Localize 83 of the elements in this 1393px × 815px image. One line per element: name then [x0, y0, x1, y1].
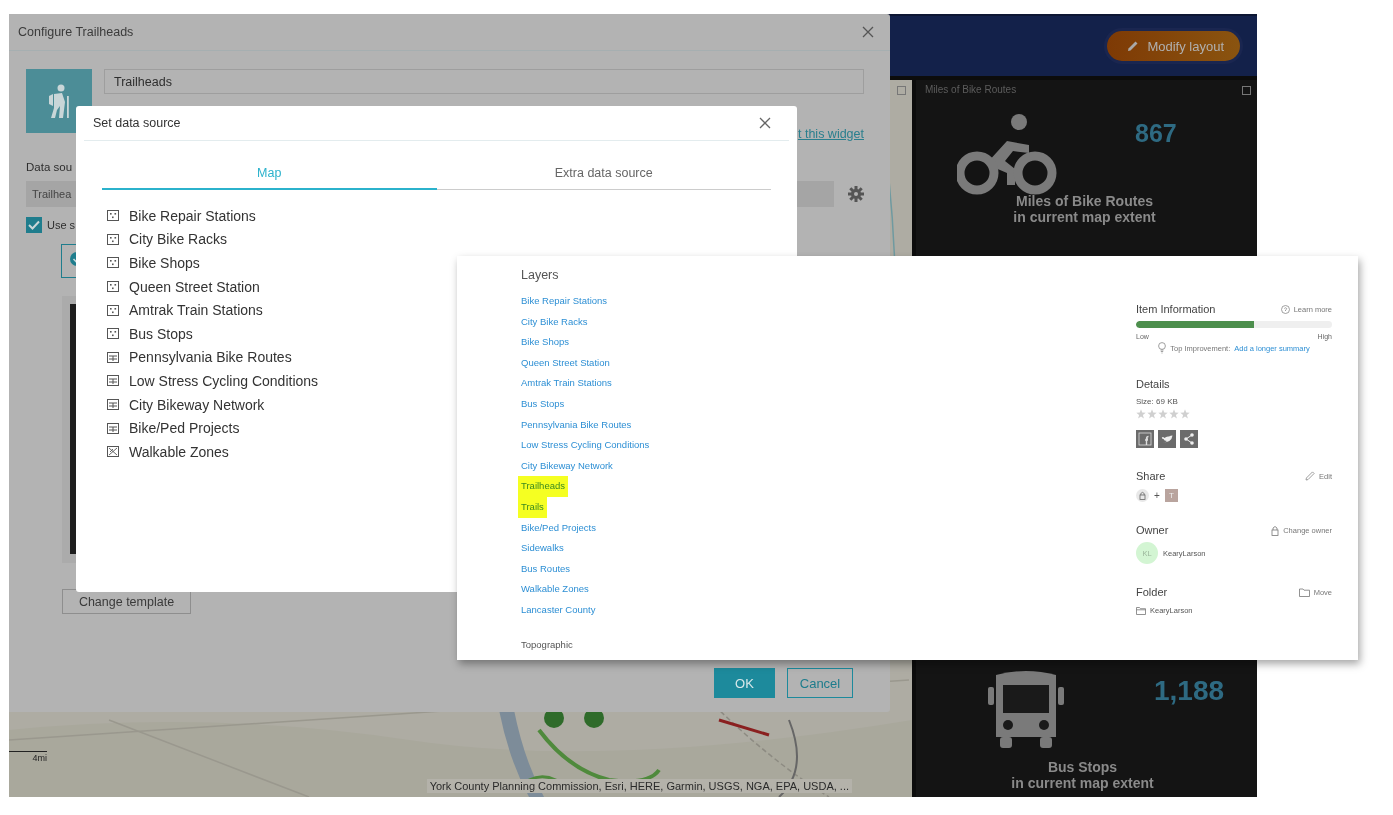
lightbulb-icon — [1158, 342, 1167, 354]
maximize-icon — [1242, 86, 1251, 95]
line-layer-icon — [107, 375, 119, 387]
item-size: Size: 69 KB — [1136, 397, 1179, 406]
close-button[interactable] — [759, 117, 771, 129]
facebook-icon[interactable] — [1136, 430, 1154, 448]
layer-item[interactable]: Bike Repair Stations — [107, 204, 797, 228]
section-heading: Owner — [1136, 524, 1169, 536]
pencil-icon — [1127, 40, 1140, 52]
section-heading: Folder — [1136, 586, 1168, 598]
bird-icon[interactable] — [1158, 430, 1176, 448]
lock-icon — [1136, 489, 1149, 502]
layer-link[interactable]: Sidewalks — [518, 538, 567, 559]
layer-link[interactable]: Trailheads — [518, 476, 568, 497]
team-avatar: T — [1164, 489, 1178, 502]
point-layer-icon — [107, 233, 119, 245]
modify-layout-button[interactable]: Modify layout — [1107, 31, 1240, 61]
layer-link[interactable]: Bike Repair Stations — [518, 291, 611, 312]
line-layer-icon — [107, 399, 119, 411]
close-button[interactable] — [862, 26, 874, 38]
cyclist-icon — [957, 113, 1057, 195]
lock-icon — [1271, 524, 1280, 536]
settings-button[interactable] — [848, 186, 864, 202]
layer-link[interactable]: City Bikeway Network — [518, 455, 616, 477]
point-layer-icon — [107, 281, 119, 293]
tab[interactable]: Map — [102, 158, 437, 190]
layer-link[interactable]: Queen Street Station — [518, 352, 613, 374]
bus-icon — [988, 671, 1064, 749]
layer-link[interactable]: Trails — [518, 496, 547, 518]
plus-sign: + — [1154, 490, 1160, 501]
cancel-button[interactable]: Cancel — [787, 668, 853, 698]
section-heading: Layers — [521, 268, 559, 282]
folder-icon — [1136, 606, 1146, 615]
layer-link[interactable]: Bike Shops — [518, 332, 573, 353]
hiker-icon — [46, 84, 72, 118]
indicator-caption: Bus Stops in current map extent — [1010, 759, 1155, 791]
layer-link[interactable]: Low Stress Cycling Conditions — [518, 435, 653, 456]
share-icon[interactable] — [1180, 430, 1198, 448]
layer-link[interactable]: Bike/Ped Projects — [518, 517, 599, 539]
star-icon[interactable] — [1136, 409, 1146, 419]
pencil-icon — [1305, 471, 1316, 481]
ok-button[interactable]: OK — [714, 668, 775, 698]
line-layer-icon — [107, 351, 119, 363]
star-icon[interactable] — [1169, 409, 1179, 419]
dialog-title: Set data source — [93, 116, 181, 130]
maximize-icon — [897, 86, 906, 95]
layer-link[interactable]: Bus Stops — [518, 393, 568, 415]
star-icon[interactable] — [1180, 409, 1190, 419]
folder-icon — [1298, 587, 1310, 597]
data-source-label: Data sou — [26, 161, 73, 173]
point-layer-icon — [107, 304, 119, 316]
section-heading: Details — [1136, 378, 1170, 390]
star-icon[interactable] — [1158, 409, 1168, 419]
layer-link[interactable]: Pennsylvania Bike Routes — [518, 414, 635, 436]
scale-bar: 4mi — [9, 751, 47, 763]
map-attribution: York County Planning Commission, Esri, HERE, Garmin, USGS, NGA, EPA, USDA, ... — [426, 779, 852, 793]
indicator-caption: Miles of Bike Routes in current map extent — [1012, 193, 1157, 225]
layer-link[interactable]: Amtrak Train Stations — [518, 373, 615, 394]
layer-link[interactable]: Walkable Zones — [518, 579, 592, 600]
indicator-value: 1,188 — [1154, 675, 1225, 707]
point-layer-icon — [107, 210, 119, 222]
section-heading: Share — [1136, 470, 1166, 482]
section-heading: Item Information — [1136, 303, 1216, 315]
section-heading: Topographic — [521, 638, 573, 650]
layer-item[interactable]: City Bike Racks — [107, 227, 797, 252]
dialog-title: Configure Trailheads — [18, 25, 134, 39]
name-field[interactable]: Trailheads — [104, 69, 864, 94]
about-widget-link[interactable]: t this widget — [798, 127, 864, 141]
layer-link[interactable]: City Bike Racks — [518, 311, 591, 333]
layer-link[interactable]: Bus Routes — [518, 558, 574, 580]
checkbox[interactable] — [26, 217, 42, 233]
help-icon — [1280, 304, 1290, 314]
line-layer-icon — [107, 422, 119, 434]
polygon-layer-icon — [107, 446, 119, 458]
indicator-value: 867 — [1135, 118, 1177, 148]
point-layer-icon — [107, 257, 119, 269]
layer-link[interactable]: Lancaster County — [518, 599, 599, 621]
checkbox-label: Use s — [47, 219, 76, 231]
widget-icon-tile[interactable] — [26, 69, 92, 133]
panel-title: Miles of Bike Routes — [925, 84, 1017, 95]
point-layer-icon — [107, 328, 119, 340]
tab[interactable]: Extra data source — [436, 158, 771, 190]
star-icon[interactable] — [1147, 409, 1157, 419]
